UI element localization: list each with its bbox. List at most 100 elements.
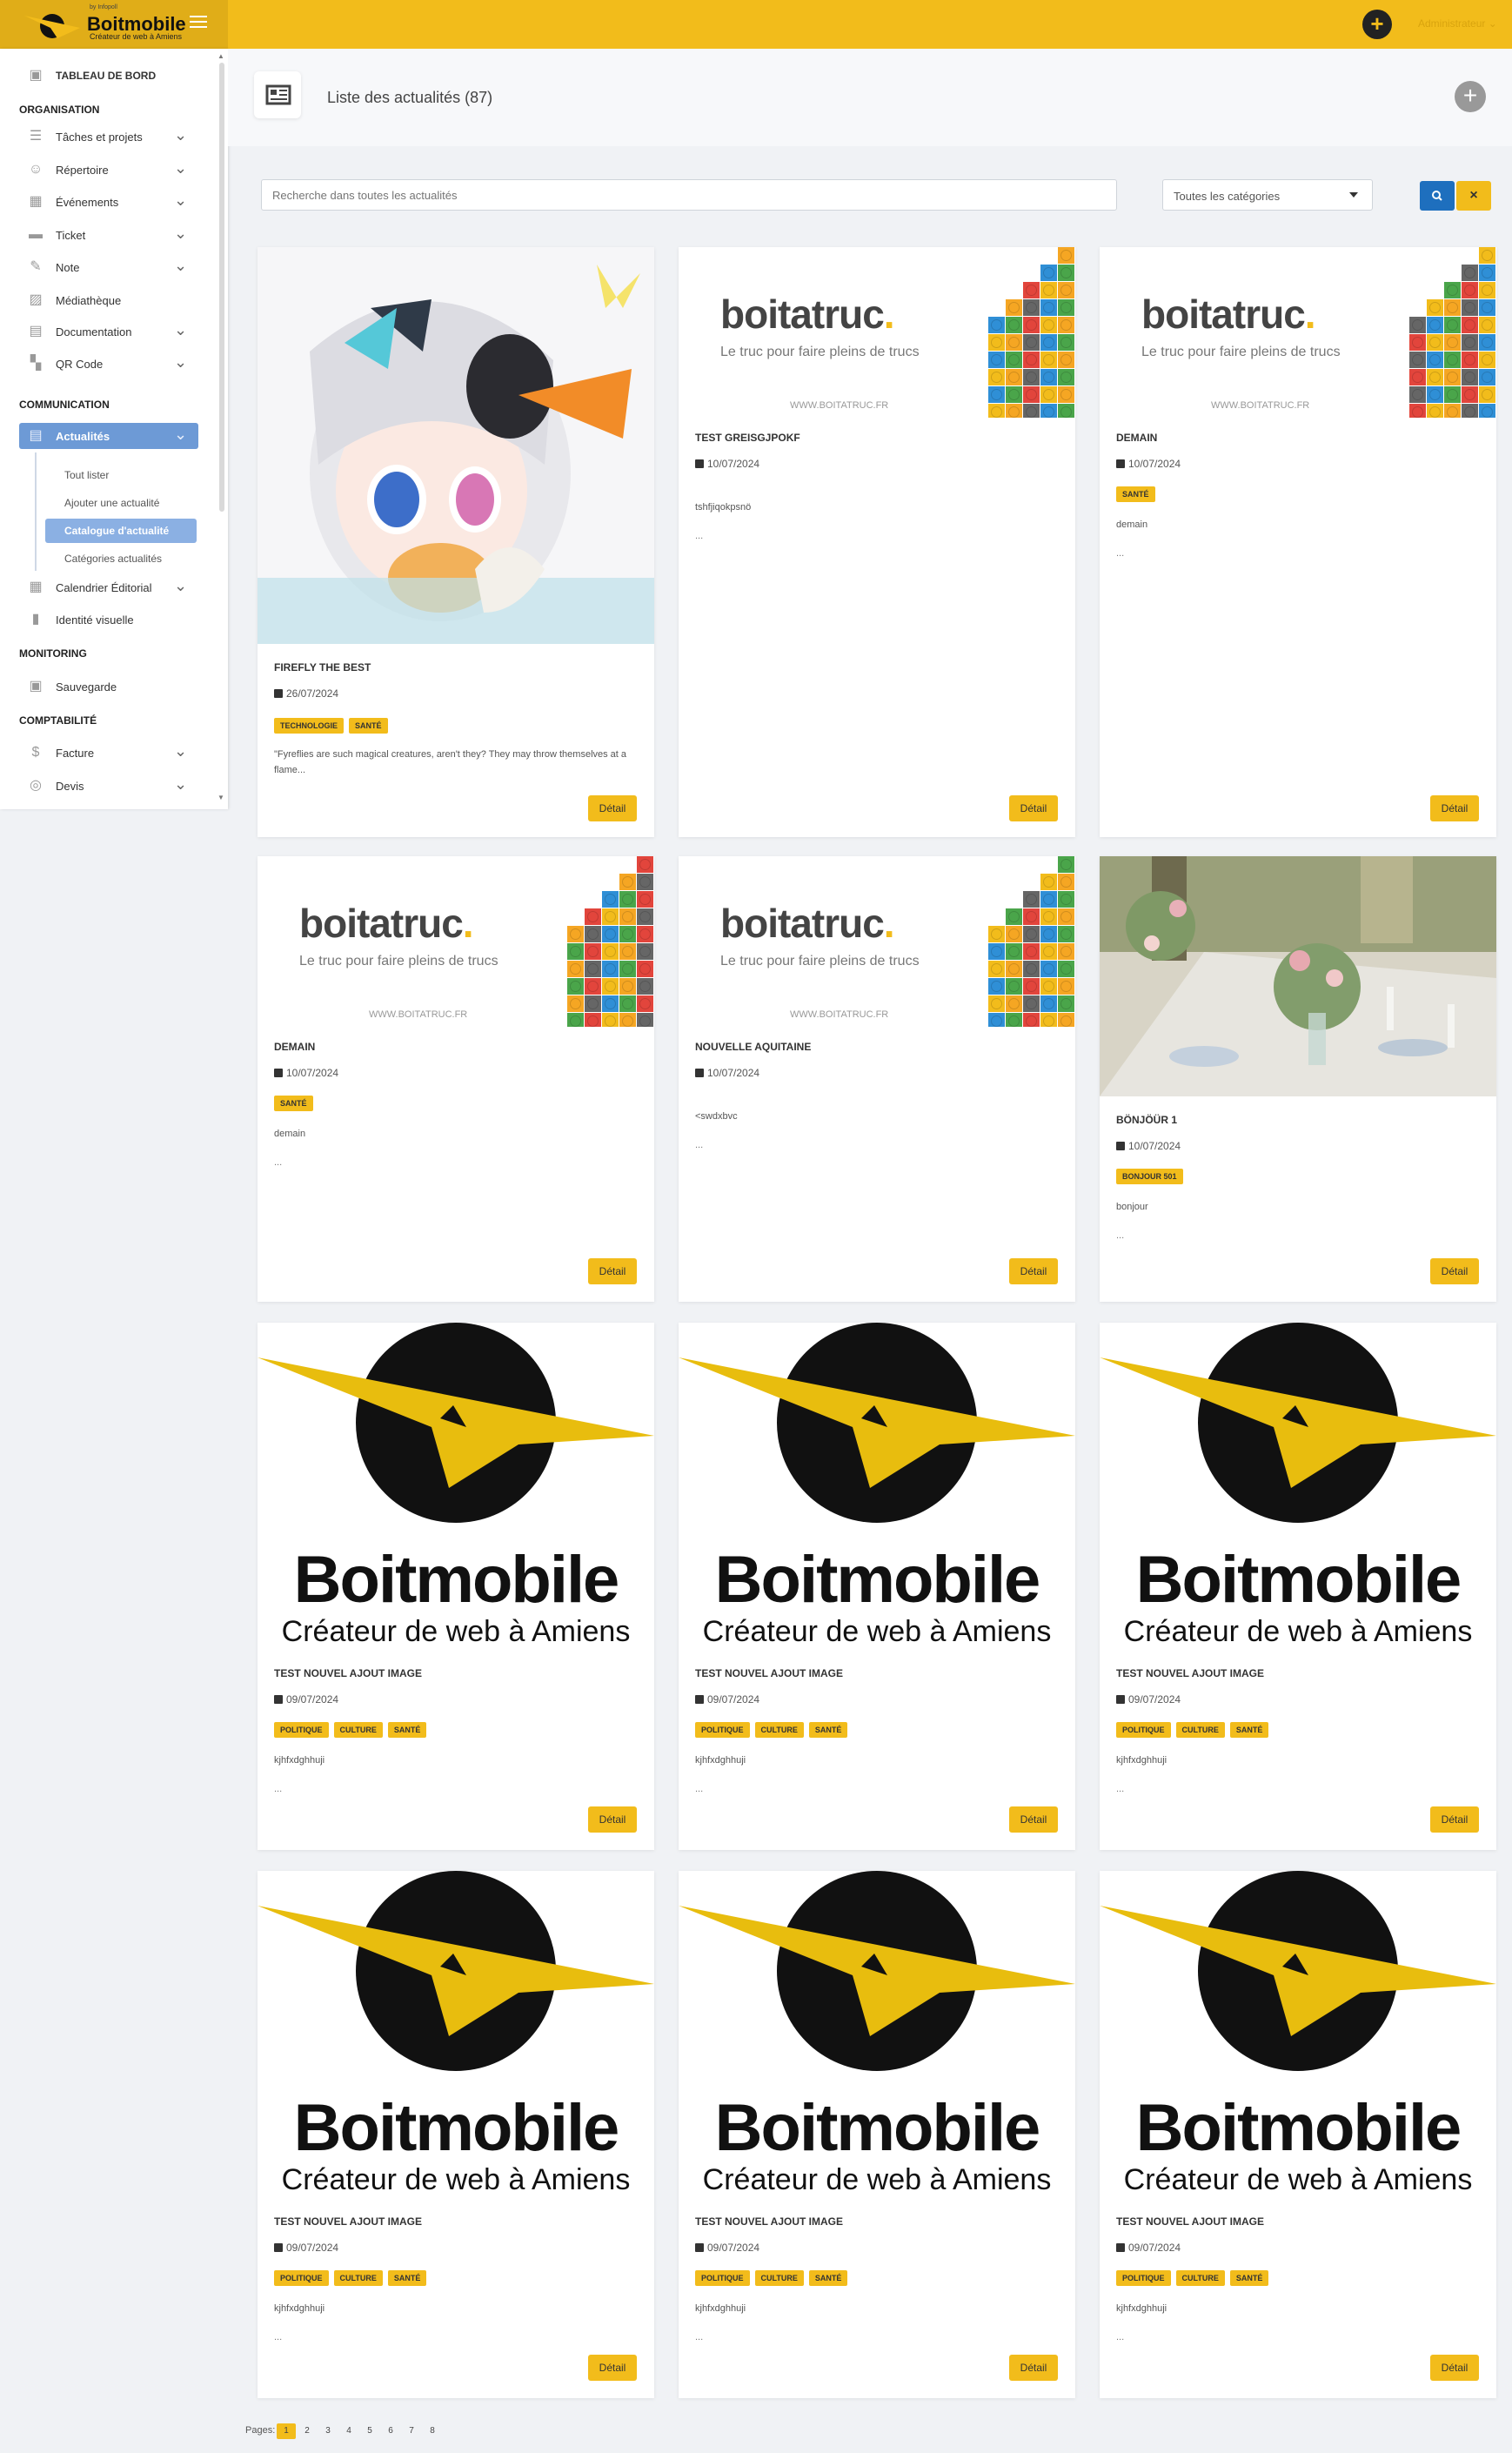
detail-button[interactable]: Détail <box>1430 2355 1479 2381</box>
detail-button[interactable]: Détail <box>1009 1806 1058 1833</box>
card-image-table-flowers <box>1100 856 1496 1096</box>
sidebar-item-ticket[interactable]: ▬ Ticket ⌄ <box>19 222 198 248</box>
news-card: boitatruc. Le truc pour faire pleins de … <box>1100 247 1496 837</box>
add-news-button[interactable]: + <box>1455 81 1486 112</box>
section-comptabilite: COMPTABILITÉ <box>19 714 97 727</box>
card-image-boitmobile-logo: Boitmobile Créateur de web à Amiens <box>679 1323 1075 1653</box>
sidebar-item-calendrier[interactable]: ▦ Calendrier Éditorial ⌄ <box>19 574 198 600</box>
category-select[interactable]: Toutes les catégories <box>1162 179 1373 211</box>
calendar-icon <box>274 689 283 698</box>
calendar-icon <box>695 1695 704 1704</box>
scroll-down-icon[interactable]: ▼ <box>217 794 224 801</box>
search-button[interactable] <box>1420 181 1455 211</box>
sidebar-item-taches[interactable]: ☰ Tâches et projets ⌄ <box>19 124 198 150</box>
page-link-6[interactable]: 6 <box>381 2423 400 2439</box>
card-date-value: 10/07/2024 <box>707 1067 760 1079</box>
card-ellipsis: ... <box>1116 1230 1125 1241</box>
card-ellipsis: ... <box>695 1140 704 1150</box>
subitem-catalogue[interactable]: Catalogue d'actualité <box>45 519 197 543</box>
card-ellipsis: ... <box>1116 1784 1125 1794</box>
sidebar-item-note[interactable]: ✎ Note ⌄ <box>19 254 198 280</box>
menu-toggle-icon[interactable] <box>190 16 207 30</box>
detail-button[interactable]: Détail <box>588 795 637 821</box>
card-date-value: 10/07/2024 <box>707 458 760 470</box>
sidebar-item-devis[interactable]: ◎ Devis ⌄ <box>19 773 198 799</box>
sidebar-item-label: TABLEAU DE BORD <box>56 70 157 82</box>
sidebar-scrollbar[interactable] <box>219 63 224 512</box>
quick-add-button[interactable]: + <box>1362 10 1392 39</box>
sidebar-item-facture[interactable]: $ Facture ⌄ <box>19 740 198 766</box>
search-input[interactable] <box>261 179 1117 211</box>
section-monitoring: MONITORING <box>19 647 87 660</box>
card-tags: POLITIQUE CULTURE SANTÉ <box>1116 1721 1274 1738</box>
detail-button[interactable]: Détail <box>1009 1258 1058 1284</box>
detail-button[interactable]: Détail <box>588 1258 637 1284</box>
calendar-icon <box>695 459 704 468</box>
boitmobile-logo-name: Boitmobile <box>293 1543 620 1617</box>
sidebar-item-identite[interactable]: ▮ Identité visuelle <box>19 607 198 633</box>
detail-button[interactable]: Détail <box>1430 795 1479 821</box>
calendar-icon <box>695 2243 704 2252</box>
card-date: 09/07/2024 <box>695 1693 759 1706</box>
card-date-value: 09/07/2024 <box>707 2242 760 2254</box>
page-link-4[interactable]: 4 <box>339 2423 358 2439</box>
page-link-3[interactable]: 3 <box>318 2423 338 2439</box>
user-menu[interactable]: Administrateur ⌄ <box>1418 17 1497 30</box>
card-tags: POLITIQUE CULTURE SANTÉ <box>274 1721 432 1738</box>
page-link-5[interactable]: 5 <box>360 2423 379 2439</box>
boitatruc-name: boitatruc <box>299 901 464 946</box>
subitem-tout-lister[interactable]: Tout lister <box>45 463 197 487</box>
detail-button[interactable]: Détail <box>1009 795 1058 821</box>
card-date-value: 09/07/2024 <box>286 2242 339 2254</box>
sidebar-item-label: Sauvegarde <box>56 680 117 694</box>
card-ellipsis: ... <box>695 2332 704 2342</box>
sidebar-item-label: Actualités <box>56 430 110 443</box>
category-tag: SANTÉ <box>1116 486 1155 502</box>
sidebar-item-actualites[interactable]: ▤ Actualités ⌄ <box>19 423 198 449</box>
subitem-ajouter[interactable]: Ajouter une actualité <box>45 491 197 515</box>
sidebar-item-sauvegarde[interactable]: ▣ Sauvegarde <box>19 674 198 700</box>
calendar-icon <box>1116 1695 1125 1704</box>
card-date: 26/07/2024 <box>274 687 338 700</box>
boitatruc-wordmark: boitatruc. <box>299 900 474 947</box>
detail-button[interactable]: Détail <box>1009 2355 1058 2381</box>
card-date-value: 09/07/2024 <box>1128 2242 1181 2254</box>
page-link-8[interactable]: 8 <box>423 2423 442 2439</box>
page-link-1[interactable]: 1 <box>277 2423 296 2439</box>
card-ellipsis: ... <box>274 1784 283 1794</box>
card-excerpt: kjhfxdghhuji <box>695 1755 746 1766</box>
page-link-7[interactable]: 7 <box>402 2423 421 2439</box>
sidebar-item-qrcode[interactable]: ▚ QR Code ⌄ <box>19 351 198 377</box>
page-link-2[interactable]: 2 <box>298 2423 317 2439</box>
search-icon <box>1432 191 1442 201</box>
sidebar-item-evenements[interactable]: ▦ Événements ⌄ <box>19 189 198 215</box>
subitem-label: Ajouter une actualité <box>64 497 160 509</box>
sidebar-item-documentation[interactable]: ▤ Documentation ⌄ <box>19 318 198 345</box>
detail-button[interactable]: Détail <box>1430 1258 1479 1284</box>
card-title: NOUVELLE AQUITAINE <box>695 1041 812 1053</box>
sidebar-item-dashboard[interactable]: ▣ TABLEAU DE BORD <box>19 63 198 89</box>
clear-filters-button[interactable]: × <box>1456 181 1491 211</box>
boitmobile-logo-name: Boitmobile <box>1135 1543 1462 1617</box>
detail-button[interactable]: Détail <box>588 1806 637 1833</box>
card-date-value: 09/07/2024 <box>286 1693 339 1706</box>
scroll-up-icon[interactable]: ▲ <box>217 52 224 60</box>
boitatruc-wordmark: boitatruc. <box>1141 291 1316 338</box>
subitem-categories[interactable]: Catégories actualités <box>45 546 197 571</box>
sidebar-item-label: Devis <box>56 780 84 793</box>
detail-button[interactable]: Détail <box>588 2355 637 2381</box>
card-excerpt: bonjour <box>1116 1202 1148 1212</box>
card-date: 09/07/2024 <box>274 2242 338 2254</box>
subitem-label: Tout lister <box>64 469 110 481</box>
card-title: TEST GREISGJPOKF <box>695 432 800 444</box>
news-card: FIREFLY THE BEST 26/07/2024 TECHNOLOGIE S… <box>258 247 654 837</box>
image-icon: ▨ <box>29 292 43 307</box>
detail-button[interactable]: Détail <box>1430 1806 1479 1833</box>
sidebar-item-mediatheque[interactable]: ▨ Médiathèque <box>19 287 198 313</box>
sidebar-item-label: Identité visuelle <box>56 613 134 627</box>
card-tags: POLITIQUE CULTURE SANTÉ <box>1116 2269 1274 2286</box>
card-image-boitmobile-logo: Boitmobile Créateur de web à Amiens <box>258 1871 654 2202</box>
sidebar-item-repertoire[interactable]: ☺ Répertoire ⌄ <box>19 157 198 183</box>
chevron-down-icon: ⌄ <box>174 321 188 338</box>
calendar-icon: ▦ <box>29 194 43 209</box>
